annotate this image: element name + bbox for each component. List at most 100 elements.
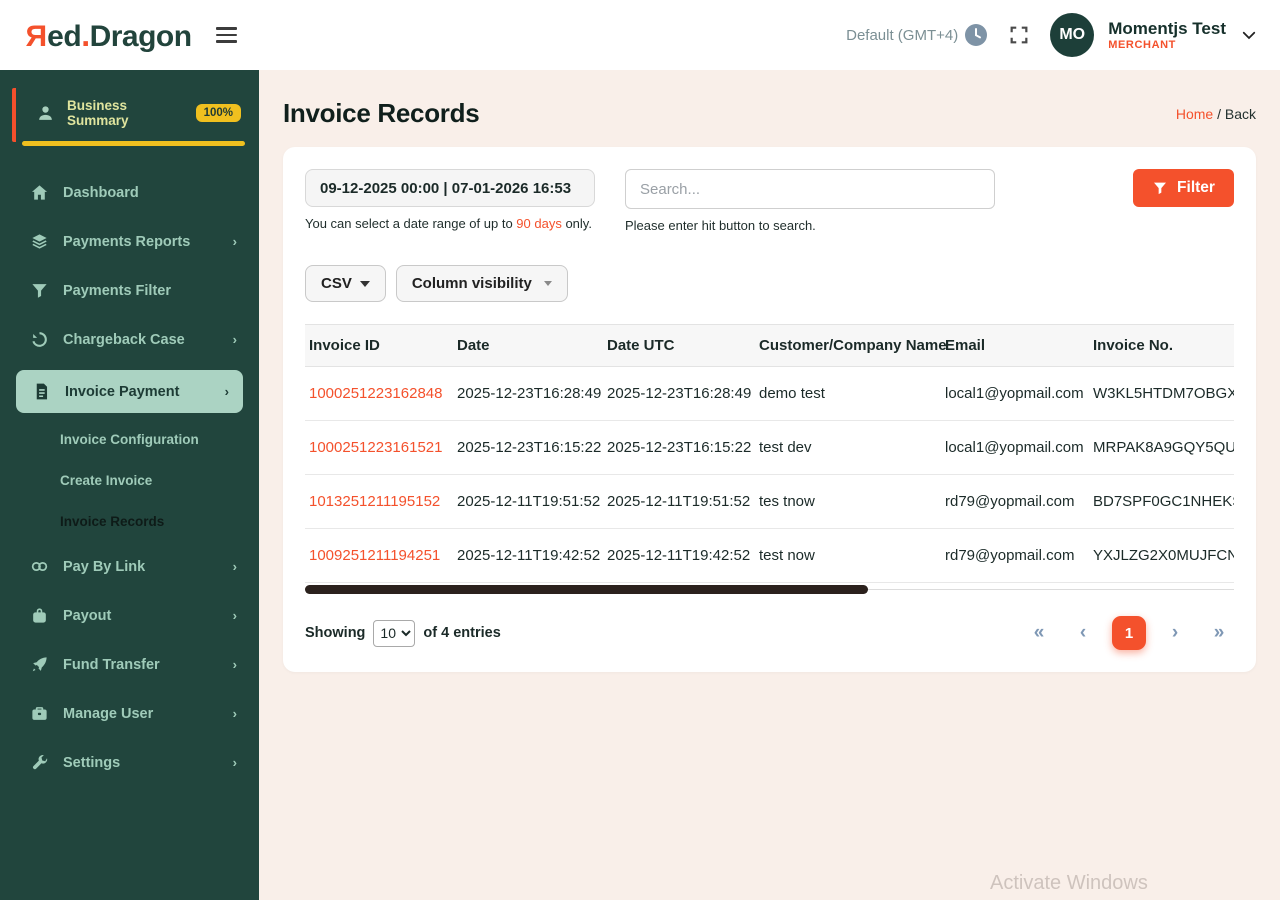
cell-email: rd79@yopmail.com [941, 528, 1089, 583]
topbar: Red. Dragon Default (GMT+4) MO Momentjs T… [0, 0, 1280, 70]
pagination-last-button[interactable]: » [1204, 622, 1234, 644]
showing-label: Showing [305, 625, 366, 641]
sidebar-item-payments-filter[interactable]: Payments Filter [0, 266, 259, 315]
logo-ed: ed [47, 19, 82, 53]
sidebar-item-invoice-payment[interactable]: Invoice Payment › [16, 370, 243, 413]
column-visibility-button[interactable]: Column visibility [395, 265, 568, 302]
chevron-right-icon: › [232, 755, 237, 770]
completion-badge: 100% [195, 104, 241, 122]
sidebar: Business Summary 100% Dashboard Payments… [0, 70, 259, 900]
chevron-right-icon: › [232, 332, 237, 347]
sidebar-item-label: Manage User [63, 705, 154, 722]
pagination-first-button[interactable]: « [1024, 622, 1054, 644]
sidebar-item-pay-by-link[interactable]: Pay By Link › [0, 542, 259, 591]
showing-entries: Showing 10 of 4 entries [305, 619, 501, 647]
col-header-invoice-no[interactable]: Invoice No. [1089, 325, 1234, 367]
pagination-page-1-button[interactable]: 1 [1112, 616, 1146, 650]
col-header-email[interactable]: Email [941, 325, 1089, 367]
invoice-icon [32, 382, 51, 401]
sidebar-item-chargeback-case[interactable]: Chargeback Case › [0, 315, 259, 364]
user-role-badge: MERCHANT [1108, 38, 1176, 51]
date-range-hint: You can select a date range of up to 90 … [305, 216, 592, 231]
cell-customer: demo test [755, 366, 941, 421]
sidebar-item-label: Payout [63, 607, 112, 624]
fullscreen-icon[interactable] [1008, 24, 1030, 46]
sidebar-item-manage-user[interactable]: Manage User › [0, 689, 259, 738]
main-content: Invoice Records Home / Back 09-12-2025 0… [259, 70, 1280, 900]
cell-invoice-no: BD7SPF0GC1NHEKSO [1089, 474, 1234, 529]
briefcase-icon [30, 704, 49, 723]
caret-down-icon [359, 280, 370, 287]
col-header-invoice-id[interactable]: Invoice ID [305, 325, 453, 367]
submenu-item-invoice-records[interactable]: Invoice Records [0, 501, 259, 542]
link-icon [30, 557, 49, 576]
page-title: Invoice Records [283, 98, 480, 128]
sidebar-item-settings[interactable]: Settings › [0, 738, 259, 787]
search-input[interactable] [625, 169, 995, 209]
timezone-label[interactable]: Default (GMT+4) [846, 27, 958, 44]
logo-r-glyph: R [26, 19, 48, 53]
cell-email: local1@yopmail.com [941, 420, 1089, 475]
history-icon [30, 330, 49, 349]
chevron-down-icon[interactable] [1240, 26, 1258, 44]
invoice-id-link[interactable]: 1000251223162848 [309, 385, 442, 402]
submenu-item-create-invoice[interactable]: Create Invoice [0, 460, 259, 501]
cell-invoice-no: YXJLZG2X0MUJFCNX [1089, 528, 1234, 583]
sidebar-item-fund-transfer[interactable]: Fund Transfer › [0, 640, 259, 689]
table-header-row: Invoice ID Date Date UTC Customer/Compan… [305, 324, 1234, 367]
sidebar-item-payout[interactable]: Payout › [0, 591, 259, 640]
cell-date: 2025-12-23T16:15:22 [453, 420, 603, 475]
caret-down-icon [543, 281, 552, 286]
brand-logo[interactable]: Red. Dragon [26, 17, 192, 54]
submenu-item-invoice-configuration[interactable]: Invoice Configuration [0, 419, 259, 460]
search-hint: Please enter hit button to search. [625, 218, 816, 233]
sidebar-item-label: Settings [63, 754, 121, 771]
table-row: 1000251223162848 2025-12-23T16:28:49 202… [305, 366, 1234, 421]
col-header-customer[interactable]: Customer/Company Name [755, 325, 947, 367]
cell-customer: test now [755, 528, 941, 583]
invoice-id-link[interactable]: 1009251211194251 [309, 547, 440, 564]
breadcrumb-home-link[interactable]: Home [1176, 106, 1213, 122]
sidebar-item-dashboard[interactable]: Dashboard [0, 168, 259, 217]
sidebar-item-payments-reports[interactable]: Payments Reports › [0, 217, 259, 266]
filter-button[interactable]: Filter [1133, 169, 1234, 207]
sidebar-item-label: Payments Filter [63, 282, 171, 299]
pagination-prev-button[interactable]: ‹ [1068, 622, 1098, 644]
funnel-icon [30, 281, 49, 300]
chevron-right-icon: › [232, 559, 237, 574]
cell-email: local1@yopmail.com [941, 366, 1089, 421]
layers-icon [30, 232, 49, 251]
funnel-icon [1154, 182, 1167, 195]
cell-date-utc: 2025-12-11T19:42:52 [603, 528, 755, 583]
invoice-records-card: 09-12-2025 00:00 | 07-01-2026 16:53 You … [283, 147, 1256, 672]
cell-date: 2025-12-23T16:28:49 [453, 366, 603, 421]
pagination-next-button[interactable]: › [1160, 622, 1190, 644]
cell-customer: tes tnow [755, 474, 941, 529]
logo-dragon: Dragon [89, 19, 193, 53]
cell-email: rd79@yopmail.com [941, 474, 1089, 529]
topbar-right: Default (GMT+4) MO Momentjs Test MERCHAN… [846, 13, 1258, 57]
invoice-payment-submenu: Invoice Configuration Create Invoice Inv… [0, 419, 259, 542]
avatar[interactable]: MO [1050, 13, 1095, 57]
col-header-date-utc[interactable]: Date UTC [603, 325, 755, 367]
page-size-select[interactable]: 10 [373, 619, 416, 647]
breadcrumb-back-link[interactable]: Back [1225, 106, 1256, 122]
menu-toggle-icon[interactable] [215, 27, 237, 43]
logo-dot: . [81, 16, 90, 53]
cell-date-utc: 2025-12-23T16:28:49 [603, 366, 755, 421]
sidebar-item-label: Fund Transfer [63, 656, 160, 673]
date-range-input[interactable]: 09-12-2025 00:00 | 07-01-2026 16:53 [305, 169, 595, 207]
sidebar-item-label: Dashboard [63, 184, 139, 201]
sidebar-item-business-summary[interactable]: Business Summary 100% [12, 88, 247, 146]
invoice-id-link[interactable]: 1013251211195152 [309, 493, 440, 510]
invoice-id-link[interactable]: 1000251223161521 [309, 439, 442, 456]
breadcrumb-separator: / [1213, 105, 1225, 122]
user-info[interactable]: Momentjs Test MERCHANT [1108, 18, 1226, 53]
breadcrumb: Home / Back [1176, 106, 1256, 122]
csv-export-button[interactable]: CSV [305, 265, 386, 302]
cell-invoice-no: MRPAK8A9GQY5QUK5 [1089, 420, 1234, 475]
chevron-right-icon: › [232, 608, 237, 623]
clock-icon[interactable] [964, 23, 988, 47]
scrollbar-thumb[interactable] [305, 585, 868, 594]
col-header-date[interactable]: Date [453, 325, 603, 367]
